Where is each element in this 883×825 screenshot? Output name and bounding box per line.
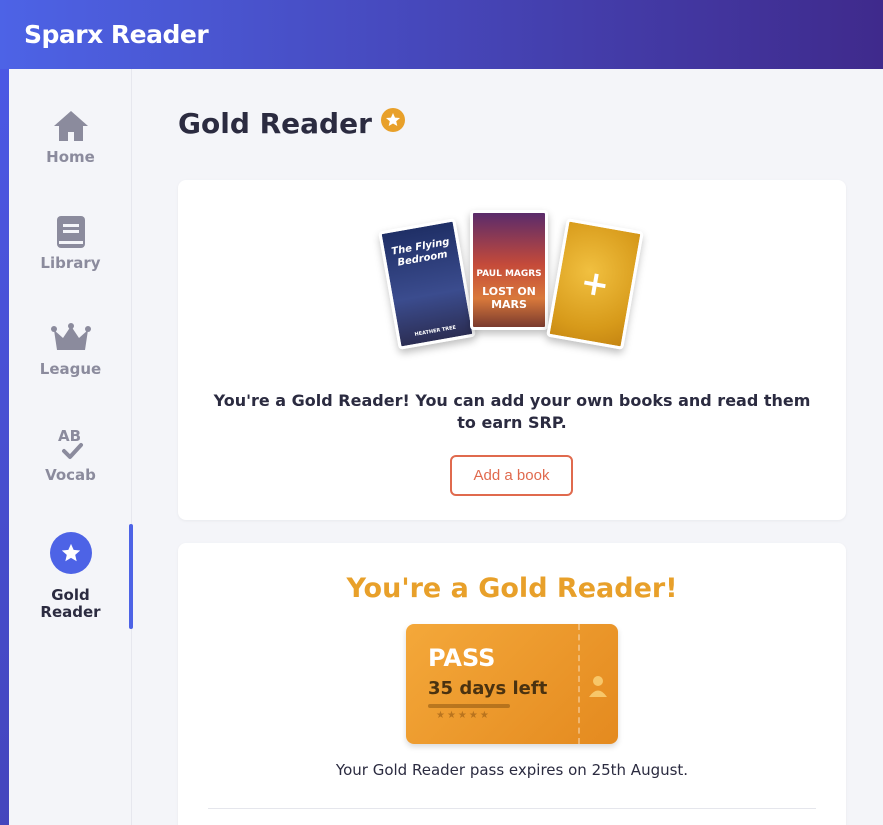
book-title: The Flying Bedroom <box>390 236 451 269</box>
book-author: PAUL MAGRS <box>476 269 542 279</box>
book-cover-flying-bedroom: The Flying Bedroom HEATHER TREE <box>378 218 476 350</box>
add-book-button[interactable]: Add a book <box>450 455 573 496</box>
top-bar: Sparx Reader <box>0 0 883 69</box>
divider <box>208 808 816 809</box>
page-title: Gold Reader <box>178 107 406 140</box>
book-cover-lost-on-mars: PAUL MAGRS LOST ON MARS <box>470 210 548 330</box>
app-frame: Home Library League AB Vocab Gold Reader… <box>9 69 883 825</box>
sidebar-item-league[interactable]: League <box>9 319 132 378</box>
pass-expiry-text: Your Gold Reader pass expires on 25th Au… <box>335 761 689 779</box>
gold-reader-message: You're a Gold Reader! You can add your o… <box>213 391 811 432</box>
gold-pass-card: You're a Gold Reader! PASS 35 days left … <box>178 543 846 825</box>
sidebar: Home Library League AB Vocab Gold Reader <box>9 69 133 825</box>
sidebar-item-label: Gold Reader <box>40 586 101 621</box>
pass-days-left: 35 days left <box>428 678 548 699</box>
sidebar-item-library[interactable]: Library <box>9 213 132 272</box>
plus-icon: + <box>577 261 613 307</box>
book-icon <box>54 213 88 251</box>
sidebar-item-label: Vocab <box>45 466 96 484</box>
book-title: LOST ON MARS <box>482 285 536 311</box>
sidebar-item-vocab[interactable]: AB Vocab <box>9 425 132 484</box>
add-books-card: The Flying Bedroom HEATHER TREE PAUL MAG… <box>178 180 846 520</box>
sidebar-item-label: Library <box>40 254 101 272</box>
app-title: Sparx Reader <box>24 20 209 49</box>
vocab-icon-text: AB <box>58 427 81 445</box>
person-icon <box>588 674 608 702</box>
gold-star-badge-icon <box>380 107 406 140</box>
gold-pass-ticket: PASS 35 days left ★★★★★ <box>406 624 618 744</box>
sidebar-item-label: Home <box>46 148 95 166</box>
pass-progress-bar <box>428 704 510 708</box>
sidebar-item-gold-reader[interactable]: Gold Reader <box>9 531 132 621</box>
main-content: Gold Reader The Flying Bedroom HEATHER T… <box>132 69 883 825</box>
home-icon <box>52 107 90 145</box>
star-icon <box>49 532 92 574</box>
book-covers: The Flying Bedroom HEATHER TREE PAUL MAG… <box>378 210 648 350</box>
pass-stars-icon: ★★★★★ <box>436 710 491 721</box>
book-author: HEATHER TREE <box>414 324 457 338</box>
sidebar-item-label: League <box>39 360 102 378</box>
pass-label: PASS <box>428 644 496 672</box>
gold-reader-heading: You're a Gold Reader! <box>346 573 678 604</box>
ticket-divider <box>578 624 580 744</box>
vocab-check-icon: AB <box>51 425 91 463</box>
add-book-placeholder-cover: + <box>546 218 644 350</box>
crown-icon <box>50 319 91 357</box>
gold-reader-icon-wrap <box>49 531 92 575</box>
page-title-text: Gold Reader <box>178 107 372 140</box>
sidebar-item-home[interactable]: Home <box>9 107 132 166</box>
